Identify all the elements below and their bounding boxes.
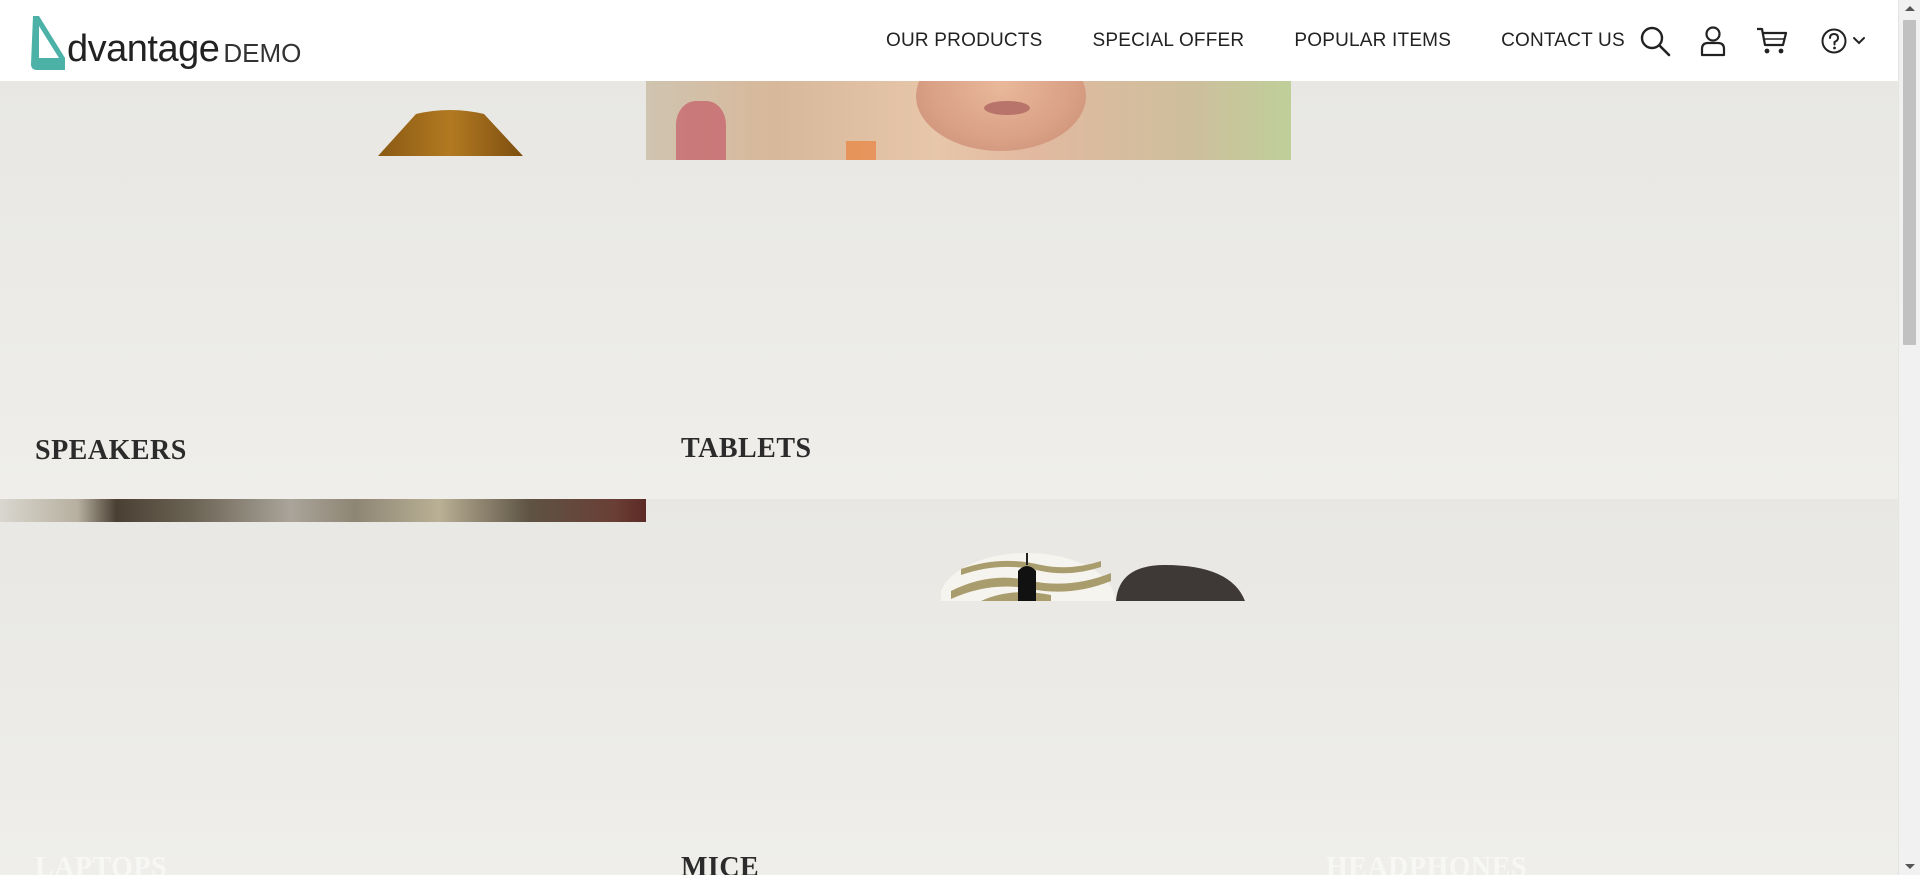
logo-suffix-text: DEMO <box>223 38 302 68</box>
category-headphones[interactable]: HEADPHONES <box>1291 499 1898 875</box>
user-icon <box>1700 25 1726 56</box>
main-nav: OUR PRODUCTS SPECIAL OFFER POPULAR ITEMS… <box>886 0 1625 81</box>
logo[interactable]: dvantage DEMO <box>29 12 301 72</box>
laptop-image <box>0 499 646 522</box>
page-scrollbar[interactable] <box>1898 0 1920 875</box>
chevron-down-icon <box>1853 36 1865 44</box>
account-button[interactable] <box>1698 24 1728 58</box>
cart-button[interactable] <box>1756 24 1788 58</box>
scroll-down-icon[interactable] <box>1905 864 1915 869</box>
category-speakers[interactable]: SPEAKERS <box>0 81 646 499</box>
category-title-headphones: HEADPHONES <box>1326 852 1528 875</box>
help-icon <box>1821 28 1847 53</box>
category-title-mice: MICE <box>681 852 760 875</box>
nav-special-offer[interactable]: SPECIAL OFFER <box>1093 30 1245 52</box>
help-button[interactable] <box>1818 24 1868 58</box>
header-icons <box>1638 0 1868 81</box>
tablet-image-detail <box>984 101 1030 115</box>
logo-brand-text: dvantage <box>67 28 220 70</box>
scroll-thumb[interactable] <box>1903 20 1916 345</box>
category-title-laptops: LAPTOPS <box>35 852 168 875</box>
site-header: dvantage DEMO OUR PRODUCTS SPECIAL OFFER… <box>0 0 1898 81</box>
category-title-tablets: TABLETS <box>681 433 812 464</box>
cart-icon <box>1757 27 1788 53</box>
mouse-image <box>941 553 1245 601</box>
search-button[interactable] <box>1638 24 1672 58</box>
category-tablets[interactable]: TABLETS <box>646 81 1291 499</box>
category-empty-tile <box>1291 81 1898 499</box>
tablet-image <box>646 81 1291 160</box>
category-laptops[interactable]: LAPTOPS <box>0 499 646 875</box>
search-icon <box>1640 26 1671 56</box>
tablet-image-detail <box>676 101 726 160</box>
speaker-image <box>378 110 523 156</box>
nav-popular-items[interactable]: POPULAR ITEMS <box>1294 30 1451 52</box>
tablet-image-face <box>916 81 1086 151</box>
logo-mark-icon <box>31 16 65 70</box>
tablet-image-detail <box>846 141 876 160</box>
category-title-speakers: SPEAKERS <box>35 435 187 466</box>
nav-our-products[interactable]: OUR PRODUCTS <box>886 30 1043 52</box>
nav-contact-us[interactable]: CONTACT US <box>1501 30 1625 52</box>
scroll-up-icon[interactable] <box>1905 6 1915 11</box>
category-mice[interactable]: MICE <box>646 499 1291 875</box>
